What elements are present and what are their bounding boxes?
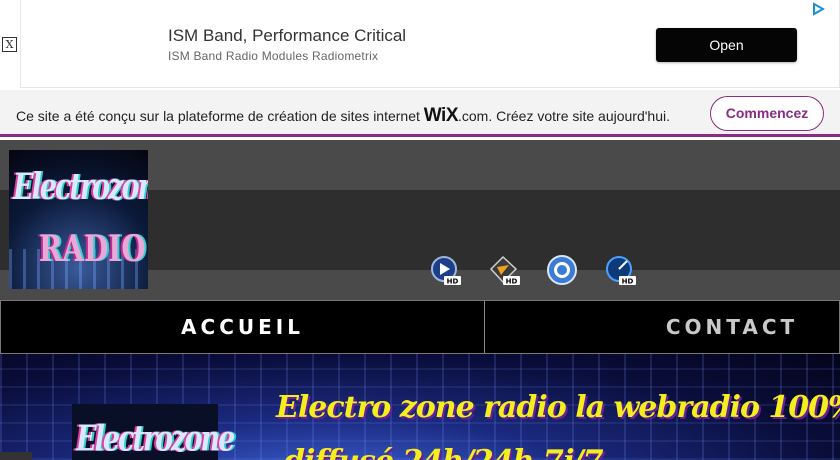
wix-logo: WiX (423, 105, 459, 126)
hd-badge: HD (506, 278, 518, 286)
ad-banner: X ISM Band, Performance Critical ISM Ban… (0, 0, 840, 90)
banner-headline: Electro zone radio la webradio 100% (276, 390, 840, 425)
nav-item-accueil[interactable]: ACCUEIL (1, 301, 484, 353)
wix-promo-bar: Ce site a été conçu sur la plateforme de… (0, 90, 840, 137)
itunes-icon[interactable] (547, 255, 578, 286)
ad-frame[interactable]: ISM Band, Performance Critical ISM Band … (20, 0, 840, 88)
windows-media-player-hd-icon[interactable]: HD (430, 255, 461, 286)
wix-text-before: Ce site a été conçu sur la plateforme de… (16, 108, 424, 124)
site-logo[interactable]: Electrozone RADIO (9, 150, 148, 289)
logo-line1: Electrozone (13, 166, 148, 209)
realplayer-hd-icon[interactable]: HD (605, 255, 636, 286)
adchoices-icon[interactable] (811, 2, 825, 16)
wix-text-after: .com. Créez votre site aujourd'hui. (458, 108, 670, 124)
banner-logo: Electrozone (72, 404, 235, 460)
scroll-corner (0, 452, 32, 460)
banner-subheadline: diffusé 24h/24h 7j/7 (284, 444, 603, 460)
main-nav: ACCUEIL CONTACT (0, 300, 840, 354)
ad-close-button[interactable]: X (2, 37, 17, 52)
hd-badge: HD (622, 278, 634, 286)
ad-open-button[interactable]: Open (656, 28, 797, 62)
nav-item-contact[interactable]: CONTACT (485, 301, 840, 353)
hero-banner: Electrozone Electro zone radio la webrad… (0, 354, 840, 460)
winamp-hd-icon[interactable]: HD (489, 255, 520, 286)
wix-promo-text: Ce site a été conçu sur la plateforme de… (16, 105, 670, 127)
banner-logo-text: Electrozone (76, 419, 235, 460)
logo-line2: RADIO (39, 227, 146, 270)
ad-subtitle: ISM Band Radio Modules Radiometrix (168, 49, 379, 63)
commencez-button[interactable]: Commencez (710, 96, 824, 131)
ad-title[interactable]: ISM Band, Performance Critical (168, 26, 406, 46)
hd-badge: HD (447, 278, 459, 286)
